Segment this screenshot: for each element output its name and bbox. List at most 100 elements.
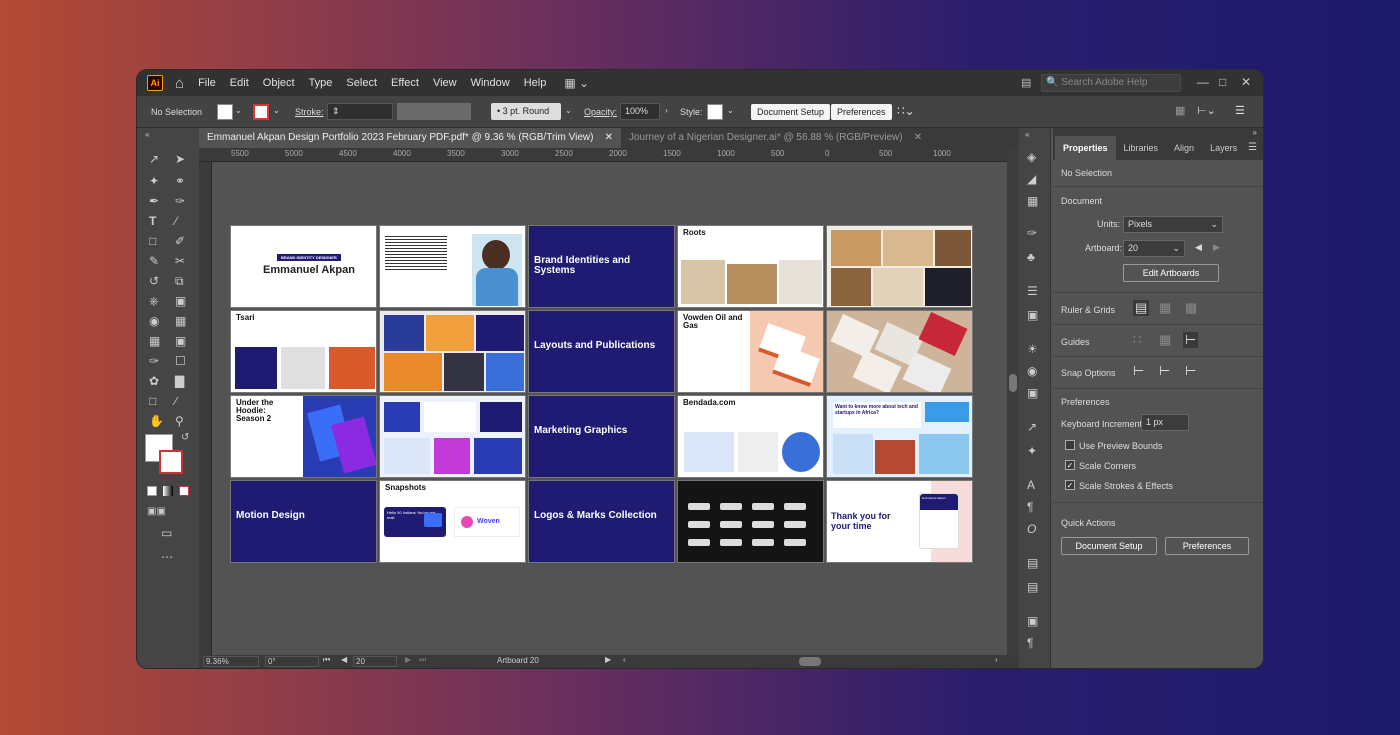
brushes-icon[interactable]: ✑ (1027, 226, 1037, 240)
hand-tool-icon[interactable]: ✋ (149, 414, 164, 428)
snap-pixel-icon[interactable]: ⊢ (1185, 363, 1196, 379)
artboard-6[interactable]: Tsari (230, 310, 377, 393)
artboard-20[interactable]: Thank you for your time Emmanuel Akpan (826, 480, 973, 563)
artboard-4[interactable]: Roots (677, 225, 824, 308)
preferences-button[interactable]: Preferences (831, 104, 892, 120)
panel-menu-icon[interactable]: ☰ (1248, 142, 1257, 153)
snap-grid-icon[interactable]: ⊢ (1159, 363, 1170, 379)
swap-icon[interactable]: ↺ (181, 432, 189, 443)
scroll-thumb[interactable] (1009, 374, 1017, 392)
rotate-tool-icon[interactable]: ↺ (149, 274, 159, 288)
artboard-7[interactable] (379, 310, 526, 393)
transparency-icon[interactable]: ▣ (1027, 386, 1038, 400)
last-artboard-icon[interactable]: ⏭ (419, 655, 426, 665)
artboard-18[interactable]: Logos & Marks Collection (528, 480, 675, 563)
artboard-select[interactable]: 20 ⌄ (1123, 240, 1185, 257)
scale-corners-checkbox[interactable]: ✓ (1065, 460, 1075, 470)
home-icon[interactable]: ⌂ (175, 75, 184, 92)
chevron-right-icon[interactable]: › (995, 655, 998, 664)
direct-selection-tool-icon[interactable]: ➤ (175, 152, 185, 166)
para-styles-icon[interactable]: ¶ (1027, 636, 1033, 650)
menu-help[interactable]: Help (524, 77, 547, 89)
artboard-2[interactable] (379, 225, 526, 308)
lock-guides-icon[interactable]: ▦ (1159, 332, 1171, 348)
asset-export-icon[interactable]: ✦ (1027, 444, 1037, 458)
edit-artboards-button[interactable]: Edit Artboards (1123, 264, 1219, 282)
artboard-16[interactable]: Motion Design (230, 480, 377, 563)
mesh-icon[interactable]: ▦ (149, 334, 160, 348)
appearance-icon[interactable]: ☀ (1027, 342, 1038, 356)
rectangle-tool-icon[interactable]: □ (149, 234, 156, 248)
tab-align[interactable]: Align (1166, 136, 1202, 160)
guides-icon[interactable]: ∷ (1133, 332, 1141, 348)
magic-wand-icon[interactable]: ✦ (149, 174, 159, 188)
gradient-icon[interactable]: ▣ (175, 334, 186, 348)
close-icon[interactable]: ✕ (1241, 75, 1251, 89)
shape-builder-icon[interactable]: ◉ (149, 314, 159, 328)
artboard-10[interactable] (826, 310, 973, 393)
snap-point-icon[interactable]: ⊢ (1133, 363, 1144, 379)
chevron-down-icon[interactable]: ⌄ (235, 106, 242, 115)
artboard-9[interactable]: Vowden Oil and Gas (677, 310, 824, 393)
artboard-14[interactable]: Bendada.com (677, 395, 824, 478)
artboard-number[interactable]: 20 (353, 656, 397, 667)
lasso-icon[interactable]: ⚭ (175, 174, 185, 188)
collapse-icon[interactable]: « (145, 130, 149, 139)
chevron-down-icon[interactable]: ⌄ (565, 106, 572, 115)
chevron-right-icon[interactable]: ▶ (605, 655, 611, 664)
paintbrush-icon[interactable]: ✐ (175, 234, 185, 248)
arrange-icon[interactable]: ∷⌄ (897, 104, 915, 118)
pen-tool-icon[interactable]: ✒ (149, 194, 159, 208)
artboard-tool-icon[interactable]: □ (149, 394, 156, 408)
minimize-icon[interactable]: — (1197, 75, 1209, 89)
align-icon[interactable]: ⊢⌄ (1197, 104, 1216, 117)
stroke-color[interactable] (159, 450, 183, 474)
artboard-11[interactable]: Under the Hoodie: Season 2 (230, 395, 377, 478)
layers-icon[interactable]: ▤ (1027, 556, 1038, 570)
selection-tool-icon[interactable]: ↗ (149, 152, 159, 166)
fill-swatch[interactable] (217, 104, 233, 120)
previous-artboard-icon[interactable]: ◀ (1195, 242, 1202, 253)
artboards-icon[interactable]: ▤ (1027, 580, 1038, 594)
transform-icon[interactable]: ▦ (1175, 104, 1185, 117)
style-swatch[interactable] (707, 104, 723, 120)
artboard-12[interactable] (379, 395, 526, 478)
next-artboard-icon[interactable]: ▶ (405, 655, 411, 664)
char-styles-icon[interactable]: ▣ (1027, 614, 1038, 628)
artboard-8[interactable]: Layouts and Publications (528, 310, 675, 393)
artboard-15[interactable]: Want to know more about tech and startup… (826, 395, 973, 478)
stroke-swatch[interactable] (253, 104, 269, 120)
workspace-switcher-icon[interactable]: ▦ ⌄ (564, 76, 589, 90)
stroke-label[interactable]: Stroke: (295, 107, 324, 117)
symbol-sprayer-icon[interactable]: ✿ (149, 374, 159, 388)
use-preview-bounds-checkbox[interactable] (1065, 440, 1075, 450)
artboard-13[interactable]: Marketing Graphics (528, 395, 675, 478)
rulers-icon[interactable]: ▤ (1133, 300, 1150, 316)
chevron-right-icon[interactable]: › (665, 106, 668, 115)
tab-layers[interactable]: Layers (1202, 136, 1245, 160)
search-help-input[interactable]: 🔍 Search Adobe Help (1041, 74, 1181, 92)
stroke-weight-input[interactable]: ⇕ (327, 103, 393, 120)
document-setup-button[interactable]: Document Setup (751, 104, 831, 120)
scale-strokes-checkbox[interactable]: ✓ (1065, 480, 1075, 490)
screen-mode-icon[interactable]: ▭ (161, 526, 172, 540)
document-setup-button[interactable]: Document Setup (1061, 537, 1157, 555)
grid-icon[interactable]: ▦ (1159, 300, 1171, 316)
opacity-label[interactable]: Opacity: (584, 107, 617, 117)
chevron-down-icon[interactable]: ⌄ (273, 106, 280, 115)
smart-guides-icon[interactable]: ⊢ (1183, 332, 1199, 348)
type-tool-icon[interactable]: T (149, 214, 156, 228)
menu-icon[interactable]: ☰ (1235, 104, 1245, 117)
symbols-icon[interactable]: ♣ (1027, 250, 1035, 264)
perspective-icon[interactable]: ▦ (175, 314, 186, 328)
warp-icon[interactable]: ⎈ (149, 294, 159, 309)
zoom-level[interactable]: 9.36% (203, 656, 259, 667)
menu-window[interactable]: Window (471, 77, 510, 89)
opentype-icon[interactable]: O (1027, 522, 1036, 536)
menu-type[interactable]: Type (309, 77, 333, 89)
menu-object[interactable]: Object (263, 77, 295, 89)
more-tools-icon[interactable]: ⋯ (161, 550, 173, 564)
graph-tool-icon[interactable]: ▇ (175, 374, 184, 388)
tab-journey[interactable]: Journey of a Nigerian Designer.ai* @ 56.… (621, 128, 930, 148)
color-mode-icon[interactable] (147, 486, 157, 496)
